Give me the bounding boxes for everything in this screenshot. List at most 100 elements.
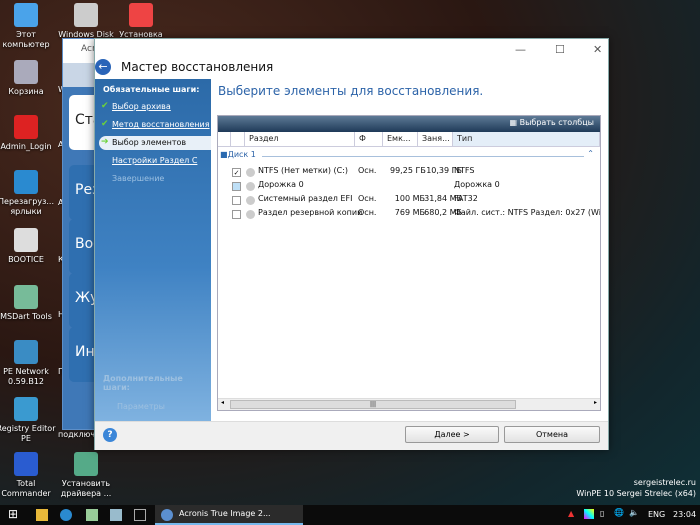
maximize-button[interactable]: ☐ xyxy=(555,43,565,56)
col-partition[interactable]: Раздел xyxy=(245,132,355,146)
desktop-icon[interactable]: Установка xyxy=(110,3,172,40)
desktop-icon[interactable]: Admin_Login xyxy=(0,115,57,152)
step-label: Метод восстановления xyxy=(112,120,210,129)
desktop-icon[interactable]: Этот компьютер xyxy=(0,3,57,50)
watermark-line: sergeistrelec.ru xyxy=(633,478,696,487)
step-settings[interactable]: Настройки Раздел C xyxy=(99,154,211,168)
grid-toolbar: ▦ Выбрать столбцы xyxy=(218,116,600,132)
back-arrow-icon[interactable]: ← xyxy=(95,59,111,75)
taskbar-app-label: Acronis True Image 2... xyxy=(179,509,271,518)
explorer-icon[interactable] xyxy=(36,509,48,521)
cell-type: FAT32 xyxy=(454,194,478,203)
desktop-icon[interactable]: Registry Editor PE xyxy=(0,397,57,444)
color-tray-icon[interactable] xyxy=(584,509,594,519)
desktop-icon-label: PE Network 0.59.B12 xyxy=(3,367,49,386)
col-f[interactable]: Ф xyxy=(355,132,383,146)
taskbar: ⊞ Acronis True Image 2... ▲ ▯ 🌐 🔈 ENG 23… xyxy=(0,505,700,525)
desktop-icon[interactable]: BOOTICE xyxy=(0,228,57,265)
taskbar-acronis[interactable]: Acronis True Image 2... xyxy=(155,505,303,525)
desktop-icon-label: Admin_Login xyxy=(0,142,52,151)
row-checkbox[interactable] xyxy=(232,210,241,219)
start-icon[interactable]: ⊞ xyxy=(8,507,20,521)
language-indicator[interactable]: ENG xyxy=(648,510,665,519)
desktop-icon-image xyxy=(74,3,98,27)
desktop-icon-image xyxy=(14,340,38,364)
desktop-icon-label: Registry Editor PE xyxy=(0,424,56,443)
scroll-thumb[interactable]: ||| xyxy=(230,400,516,409)
clock[interactable]: 23:04 xyxy=(673,510,696,519)
col-type[interactable]: Тип xyxy=(453,132,600,146)
desktop-icon-image xyxy=(14,60,38,84)
desktop-icon-label: Этот компьютер xyxy=(2,30,50,49)
desktop-icon-label: Установить драйвера ... xyxy=(60,479,112,498)
desktop-icon[interactable]: Установить драйвера ... xyxy=(55,452,117,499)
app-icon[interactable] xyxy=(86,509,98,521)
desktop-icon-label: MSDart Tools xyxy=(0,312,52,321)
desktop-icon[interactable]: Total Commander xyxy=(0,452,57,499)
network-icon[interactable]: 🌐 xyxy=(614,508,624,517)
row-checkbox[interactable] xyxy=(232,196,241,205)
check-icon: ✔ xyxy=(101,119,109,129)
app-icon[interactable] xyxy=(110,509,122,521)
step-options: Параметры xyxy=(117,402,165,411)
partition-icon xyxy=(246,182,255,191)
step-archive[interactable]: ✔ Выбор архива xyxy=(99,100,211,114)
volume-icon[interactable]: 🔈 xyxy=(629,508,639,517)
col-capacity[interactable]: Емк... xyxy=(383,132,418,146)
step-items[interactable]: ➔ Выбор элементов xyxy=(99,136,211,150)
disk-icon: ■ xyxy=(220,150,228,159)
row-checkbox[interactable] xyxy=(232,182,241,191)
acronis-icon xyxy=(161,509,173,521)
cell-type: Файл. сист.: NTFS Раздел: 0x27 (Windov xyxy=(454,208,601,217)
step-label: Выбор элементов xyxy=(112,138,187,147)
tray-icon[interactable]: ▲ xyxy=(568,509,574,518)
arrow-right-icon: ➔ xyxy=(101,137,109,147)
desktop-icon-image xyxy=(14,285,38,309)
step-method[interactable]: ✔ Метод восстановления xyxy=(99,118,211,132)
cell-partition: Дорожка 0 xyxy=(258,180,304,189)
desktop-icon-image xyxy=(14,452,38,476)
desktop-icon-image xyxy=(129,3,153,27)
cell-f: Осн. xyxy=(358,208,377,217)
desktop-icon[interactable]: Перезагруз... ярлыки xyxy=(0,170,57,217)
desktop-icon[interactable]: MSDart Tools xyxy=(0,285,57,322)
cancel-button[interactable]: Отмена xyxy=(504,426,600,443)
scroll-right-icon[interactable]: ▸ xyxy=(594,399,597,406)
col-used[interactable]: Заня... xyxy=(418,132,453,146)
columns-icon: ▦ xyxy=(509,118,520,127)
disk-group[interactable]: ■Диск 1 ⌃ xyxy=(220,149,596,159)
minimize-button[interactable]: — xyxy=(515,43,526,56)
help-icon[interactable]: ? xyxy=(103,428,117,442)
row-checkbox[interactable]: ✓ xyxy=(232,168,241,177)
usb-icon[interactable]: ▯ xyxy=(600,509,604,518)
desktop-icon[interactable]: Корзина xyxy=(0,60,57,97)
cell-partition: Системный раздел EFI xyxy=(258,194,353,203)
next-button[interactable]: Далее > xyxy=(405,426,499,443)
collapse-icon[interactable]: ⌃ xyxy=(587,149,594,158)
scroll-left-icon[interactable]: ◂ xyxy=(221,399,224,406)
desktop-icon-image xyxy=(14,170,38,194)
desktop-icon-image xyxy=(14,397,38,421)
close-button[interactable]: ✕ xyxy=(593,43,602,56)
desktop-icon-label: Total Commander xyxy=(1,479,51,498)
recovery-wizard-dialog: — ☐ ✕ ← Мастер восстановления Обязательн… xyxy=(94,38,609,450)
desktop-icon-label: BOOTICE xyxy=(8,255,44,264)
cell-partition: Раздел резервной копии xyxy=(258,208,363,217)
watermark: sergeistrelec.ru WinPE 10 Sergei Strelec … xyxy=(576,477,696,499)
partition-icon xyxy=(246,210,255,219)
grid-header: Раздел Ф Емк... Заня... Тип xyxy=(218,132,600,147)
restart-icon[interactable] xyxy=(60,509,72,521)
required-steps-label: Обязательные шаги: xyxy=(103,85,200,94)
step-label: Выбор архива xyxy=(112,102,171,111)
partition-icon xyxy=(246,168,255,177)
wizard-sidebar: Обязательные шаги: ✔ Выбор архива ✔ Метод … xyxy=(95,79,211,421)
dialog-footer: ? Далее > Отмена xyxy=(95,421,608,450)
horizontal-scrollbar[interactable]: ◂ ||| ▸ xyxy=(218,398,600,410)
cell-f: Осн. xyxy=(358,166,377,175)
choose-columns-button[interactable]: Выбрать столбцы xyxy=(520,118,594,127)
partition-icon xyxy=(246,196,255,205)
desktop-icon[interactable]: PE Network 0.59.B12 xyxy=(0,340,57,387)
cell-capacity: 99,25 ГБ xyxy=(390,166,426,175)
partition-grid: ▦ Выбрать столбцы Раздел Ф Емк... Заня..… xyxy=(217,115,601,411)
cmd-icon[interactable] xyxy=(134,509,146,521)
